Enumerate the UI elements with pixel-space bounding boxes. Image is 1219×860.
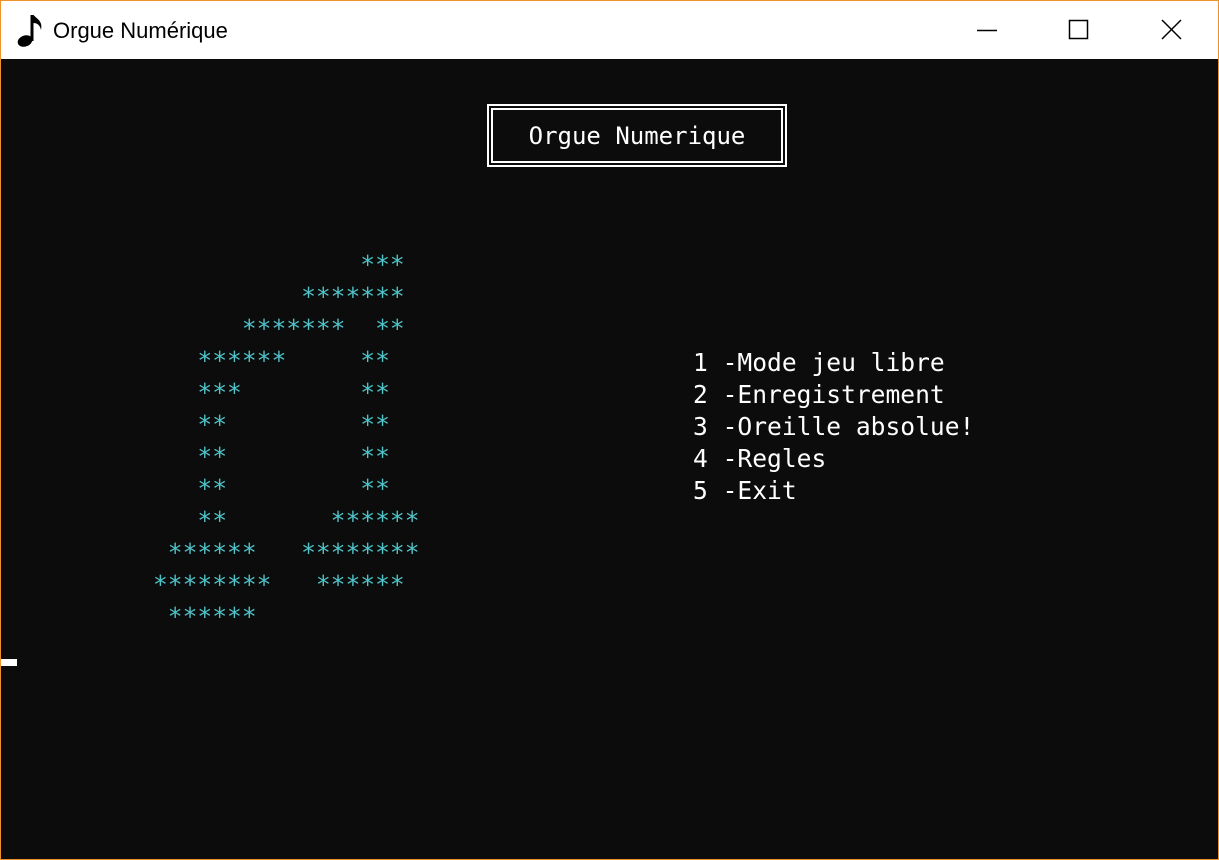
window-title: Orgue Numérique xyxy=(53,18,228,43)
minimize-button[interactable] xyxy=(941,1,1033,59)
menu-item-exit: 5 -Exit xyxy=(693,476,797,505)
close-icon xyxy=(1161,19,1182,40)
minimize-icon xyxy=(977,29,997,32)
console-window: Orgue Numérique Orgue Numerique *** ****… xyxy=(0,0,1219,860)
console-area[interactable]: Orgue Numerique *** ******* ******* ** *… xyxy=(1,59,1218,859)
menu-item-free-play: 1 -Mode jeu libre xyxy=(693,348,945,377)
close-button[interactable] xyxy=(1125,1,1217,59)
menu-item-perfect-pitch: 3 -Oreille absolue! xyxy=(693,412,975,441)
music-note-ascii-art: *** ******* ******* ** ****** ** *** ** … xyxy=(153,250,420,631)
music-note-icon xyxy=(15,11,45,49)
maximize-button[interactable] xyxy=(1033,1,1125,59)
menu-item-recording: 2 -Enregistrement xyxy=(693,380,945,409)
maximize-icon xyxy=(1068,19,1089,40)
menu-item-rules: 4 -Regles xyxy=(693,444,827,473)
text-cursor xyxy=(1,659,17,666)
main-menu: 1 -Mode jeu libre 2 -Enregistrement 3 -O… xyxy=(693,347,974,507)
banner-title: Orgue Numerique xyxy=(528,121,746,150)
title-bar[interactable]: Orgue Numérique xyxy=(1,1,1218,59)
banner-box: Orgue Numerique xyxy=(487,104,787,167)
